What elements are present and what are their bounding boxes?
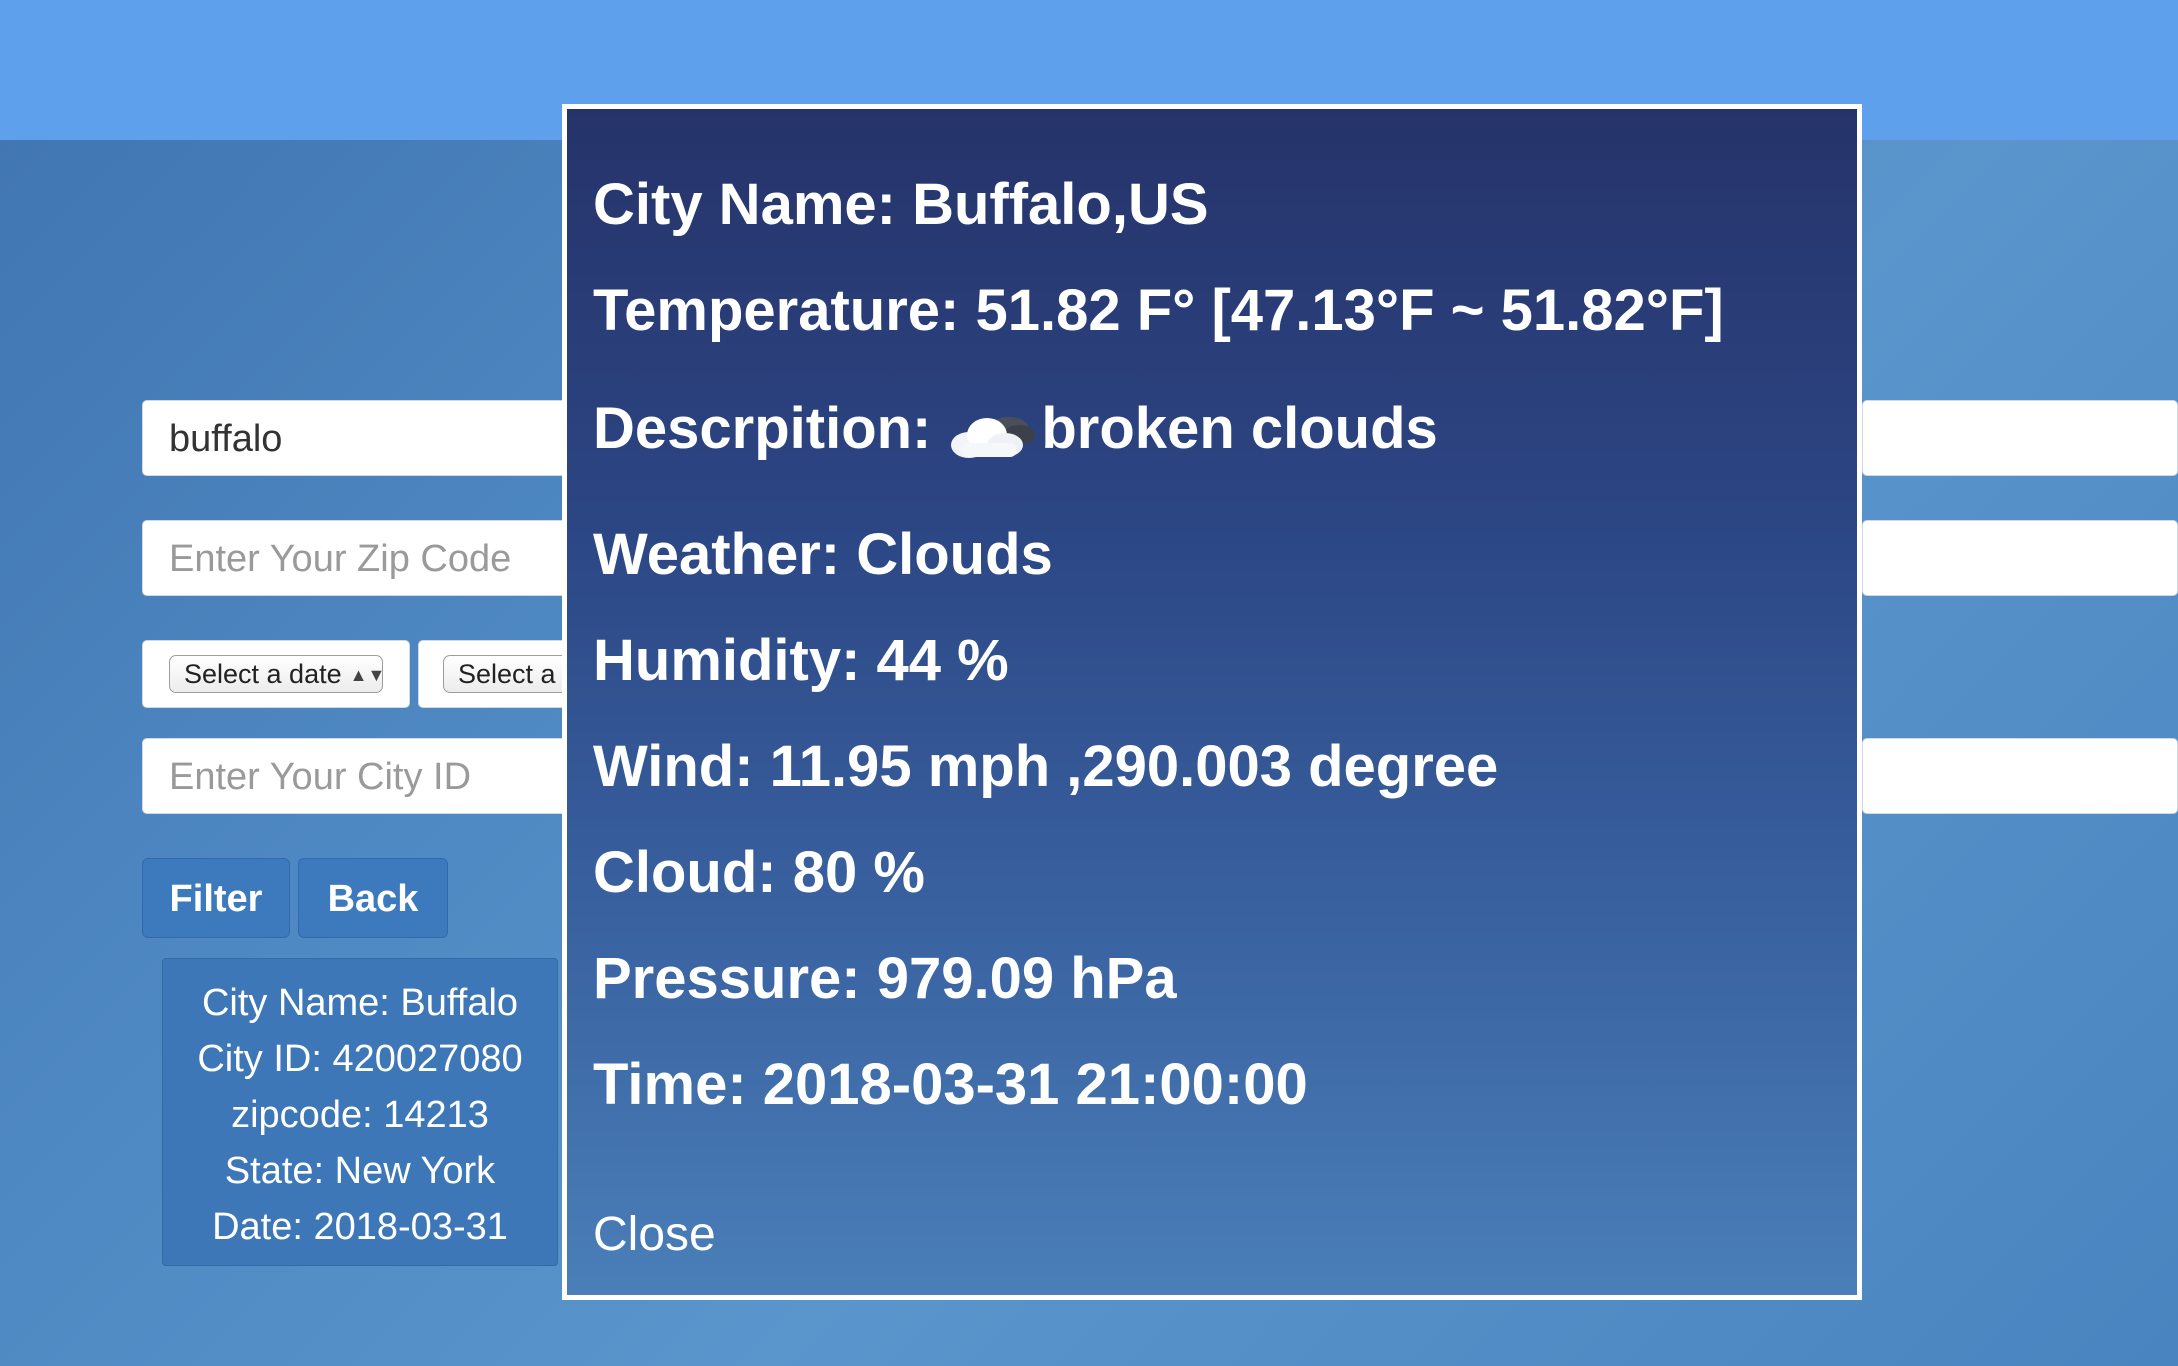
result-city-id: City ID: 420027080	[197, 1038, 523, 1080]
modal-weather: Weather: Clouds	[593, 522, 1053, 587]
result-zipcode: zipcode: 14213	[231, 1094, 489, 1136]
second-select-label: Select a	[458, 659, 556, 689]
modal-city-name: City Name: Buffalo,US	[593, 172, 1209, 237]
city-id-placeholder: Enter Your City ID	[169, 756, 472, 798]
modal-description-value: broken clouds	[1041, 396, 1438, 461]
city-name-input-right[interactable]	[1862, 400, 2178, 476]
modal-description: Descrpition: broken clouds	[593, 395, 1438, 462]
modal-close-button[interactable]: Close	[593, 1207, 716, 1262]
zip-code-input-right[interactable]	[1862, 520, 2178, 596]
cloud-icon	[947, 408, 1037, 458]
date-select[interactable]: Select a date ▲▼	[169, 655, 383, 693]
modal-humidity: Humidity: 44 %	[593, 628, 1009, 693]
modal-wind: Wind: 11.95 mph ,290.003 degree	[593, 734, 1499, 799]
weather-detail-modal: City Name: Buffalo,US Temperature: 51.82…	[562, 104, 1862, 1300]
city-id-input-right[interactable]	[1862, 738, 2178, 814]
select-arrows-icon: ▲▼	[349, 665, 383, 685]
result-date: Date: 2018-03-31	[212, 1206, 508, 1248]
modal-temperature: Temperature: 51.82 F° [47.13°F ~ 51.82°F…	[593, 278, 1724, 343]
zip-code-placeholder: Enter Your Zip Code	[169, 538, 512, 580]
city-name-input-value: buffalo	[169, 418, 283, 460]
result-state: State: New York	[224, 1150, 496, 1192]
modal-description-label: Descrpition:	[593, 396, 932, 461]
result-city-name: City Name: Buffalo	[201, 982, 519, 1024]
modal-pressure: Pressure: 979.09 hPa	[593, 946, 1177, 1011]
modal-cloud: Cloud: 80 %	[593, 840, 925, 905]
date-select-box: Select a date ▲▼	[142, 640, 410, 708]
filter-button[interactable]: Filter	[142, 858, 290, 938]
city-result-card[interactable]: City Name: Buffalo City ID: 420027080 zi…	[162, 958, 558, 1266]
date-select-label: Select a date	[184, 659, 342, 689]
modal-time: Time: 2018-03-31 21:00:00	[593, 1052, 1308, 1117]
back-button[interactable]: Back	[298, 858, 448, 938]
